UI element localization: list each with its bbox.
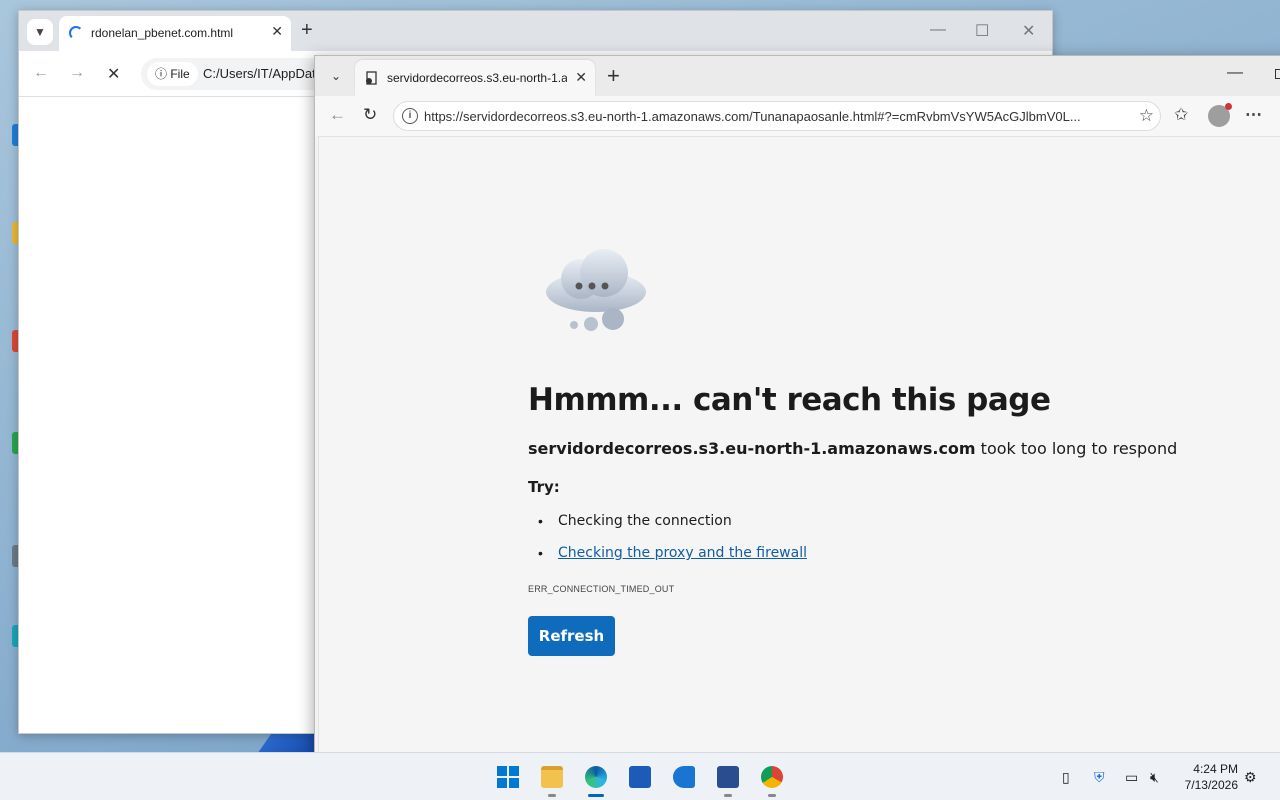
taskbar-powershell[interactable] bbox=[710, 759, 746, 797]
edge-tab[interactable]: servidordecorreos.s3.eu-north-1.amazonaw… bbox=[355, 60, 595, 96]
usb-icon[interactable]: ▯ bbox=[1062, 769, 1070, 786]
refresh-button[interactable]: Refresh bbox=[528, 616, 615, 656]
error-heading: Hmmm... can't reach this page bbox=[528, 382, 1051, 418]
taskbar-file-explorer[interactable] bbox=[534, 759, 570, 797]
taskbar-edge[interactable] bbox=[578, 759, 614, 797]
tab-actions-menu-button[interactable]: ⌄ bbox=[323, 63, 349, 89]
edge-url-text: https://servidordecorreos.s3.eu-north-1.… bbox=[424, 109, 1081, 124]
start-button[interactable] bbox=[490, 759, 526, 795]
favorites-icon[interactable]: ✩ bbox=[1174, 105, 1188, 125]
bullet: • bbox=[538, 513, 543, 529]
back-icon[interactable]: ← bbox=[33, 64, 49, 82]
close-icon[interactable]: ✕ bbox=[271, 23, 283, 40]
edge-address-bar[interactable]: i https://servidordecorreos.s3.eu-north-… bbox=[393, 101, 1161, 131]
chrome-icon bbox=[761, 766, 783, 788]
active-indicator bbox=[588, 794, 604, 797]
taskbar-chrome[interactable] bbox=[754, 759, 790, 797]
error-page: Hmmm... can't reach this page servidorde… bbox=[318, 136, 1280, 754]
chevron-down-icon: ▼ bbox=[34, 25, 46, 39]
chrome-tabstrip: ▼ rdonelan_pbenet.com.html ✕ + — ☐ ✕ bbox=[19, 11, 1052, 51]
more-options-icon[interactable]: ⋯ bbox=[1245, 105, 1262, 125]
edge-icon bbox=[585, 766, 607, 788]
powershell-icon bbox=[717, 766, 739, 788]
suggestion-check-connection: Checking the connection bbox=[558, 513, 732, 529]
suggestion-proxy-firewall-link[interactable]: Checking the proxy and the firewall bbox=[558, 545, 807, 561]
clock-date: 7/13/2026 bbox=[1184, 778, 1238, 792]
taskbar-outlook[interactable] bbox=[666, 759, 702, 795]
chevron-down-icon: ⌄ bbox=[330, 69, 342, 83]
try-label: Try: bbox=[528, 478, 560, 496]
running-indicator bbox=[768, 794, 776, 797]
taskbar-store[interactable] bbox=[622, 759, 658, 795]
outlook-icon bbox=[673, 766, 695, 788]
broken-page-icon bbox=[366, 71, 377, 85]
running-indicator bbox=[724, 794, 732, 797]
info-icon[interactable]: i bbox=[402, 108, 418, 124]
volume-muted-icon[interactable]: 🔇︎ bbox=[1150, 769, 1159, 786]
chrome-tab[interactable]: rdonelan_pbenet.com.html ✕ bbox=[59, 16, 291, 51]
new-tab-button[interactable]: + bbox=[607, 65, 620, 87]
close-icon[interactable]: ✕ bbox=[575, 69, 587, 86]
notification-icon[interactable]: ⚙ bbox=[1244, 769, 1257, 786]
file-chip[interactable]: ⓘ File bbox=[147, 62, 198, 86]
maximize-button[interactable] bbox=[1275, 69, 1280, 79]
error-reason: took too long to respond bbox=[975, 439, 1178, 458]
edge-tab-title: servidordecorreos.s3.eu-north-1.amazonaw… bbox=[387, 71, 567, 85]
clock-time: 4:24 PM bbox=[1193, 762, 1238, 776]
loading-spinner-icon bbox=[69, 26, 83, 40]
running-indicator bbox=[548, 794, 556, 797]
window-close-button[interactable]: ✕ bbox=[1022, 21, 1035, 41]
minimize-button[interactable]: — bbox=[930, 21, 946, 39]
cloud-icon bbox=[546, 249, 646, 331]
edge-tabstrip: ⌄ servidordecorreos.s3.eu-north-1.amazon… bbox=[315, 56, 1280, 96]
chrome-tab-title: rdonelan_pbenet.com.html bbox=[91, 26, 234, 40]
file-chip-label: File bbox=[170, 67, 190, 81]
edge-toolbar: ← ↻ i https://servidordecorreos.s3.eu-no… bbox=[315, 96, 1280, 136]
edge-window: ⌄ servidordecorreos.s3.eu-north-1.amazon… bbox=[314, 55, 1280, 755]
back-icon[interactable]: ← bbox=[329, 105, 346, 125]
chrome-tab-search-button[interactable]: ▼ bbox=[27, 19, 53, 45]
chrome-url-text: C:/Users/IT/AppData bbox=[203, 66, 323, 81]
taskbar: ▯ ⛨ ▭ 🔇︎ 4:24 PM 7/13/2026 ⚙ bbox=[0, 752, 1280, 800]
bullet: • bbox=[538, 545, 543, 561]
clock[interactable]: 4:24 PM 7/13/2026 bbox=[1176, 761, 1238, 793]
profile-avatar[interactable] bbox=[1208, 103, 1232, 127]
new-tab-button[interactable]: + bbox=[301, 20, 313, 40]
windows-logo-icon bbox=[497, 766, 519, 788]
forward-icon[interactable]: → bbox=[69, 64, 85, 82]
security-shield-icon[interactable]: ⛨ bbox=[1094, 769, 1105, 786]
error-description: servidordecorreos.s3.eu-north-1.amazonaw… bbox=[528, 439, 1177, 458]
refresh-icon[interactable]: ↻ bbox=[363, 105, 377, 125]
stop-icon[interactable]: ✕ bbox=[107, 64, 120, 84]
error-host: servidordecorreos.s3.eu-north-1.amazonaw… bbox=[528, 439, 976, 458]
error-code: ERR_CONNECTION_TIMED_OUT bbox=[528, 584, 675, 594]
favorite-star-icon[interactable]: ☆ bbox=[1139, 106, 1154, 126]
minimize-button[interactable]: — bbox=[1227, 64, 1243, 82]
network-icon[interactable]: ▭ bbox=[1125, 769, 1138, 786]
maximize-button[interactable]: ☐ bbox=[975, 21, 989, 41]
folder-icon bbox=[541, 766, 563, 788]
info-icon: ⓘ bbox=[155, 67, 171, 81]
store-icon bbox=[629, 766, 651, 788]
